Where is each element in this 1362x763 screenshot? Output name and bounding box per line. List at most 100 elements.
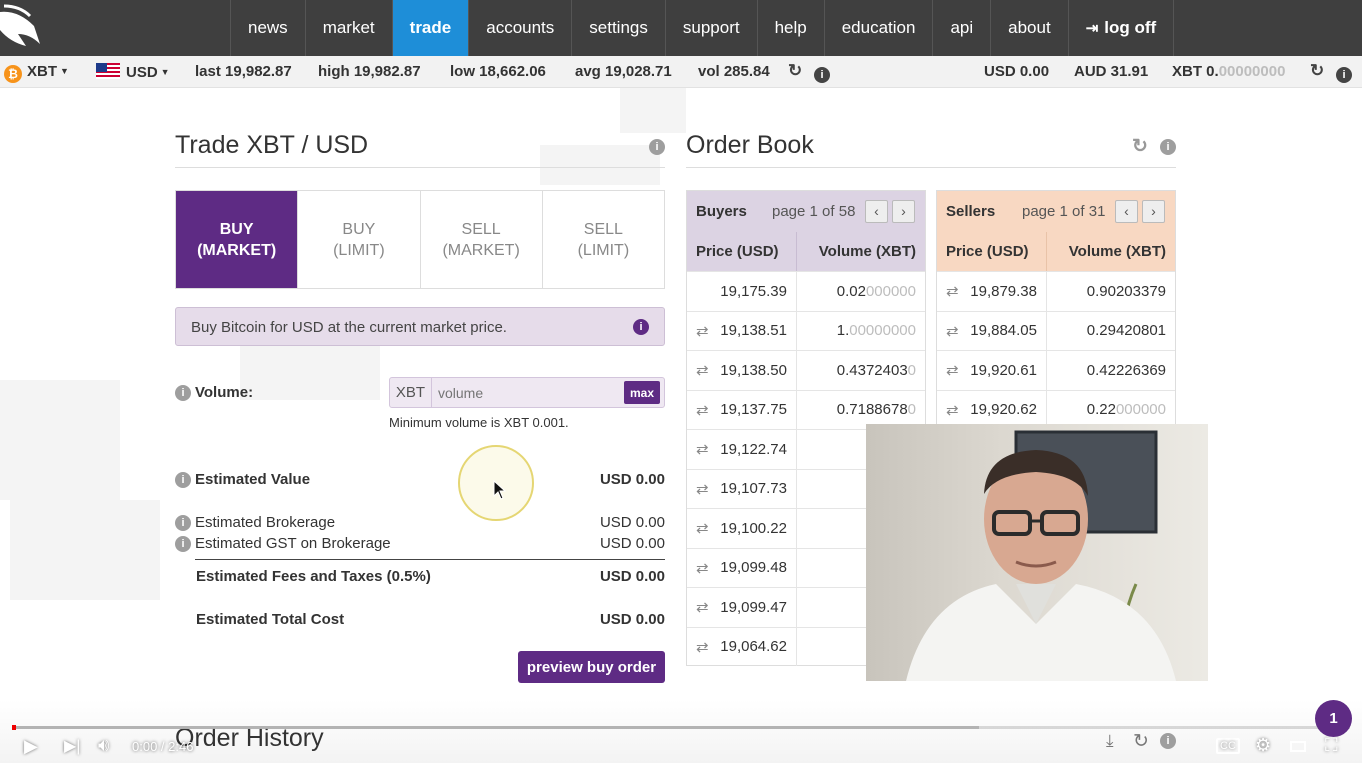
swap-icon[interactable]: ⇄ — [696, 322, 709, 340]
balance-refresh-icon[interactable]: ↻ — [1310, 61, 1324, 81]
nav-about[interactable]: about — [991, 0, 1069, 56]
swap-icon[interactable]: ⇄ — [696, 480, 709, 498]
history-refresh-icon[interactable]: ↻ — [1133, 730, 1149, 753]
message-info-icon[interactable]: i — [633, 319, 649, 335]
nav-education[interactable]: education — [825, 0, 934, 56]
table-row[interactable]: ⇄ 19,884.05 0.29420801 — [937, 310, 1175, 351]
message-text: Buy Bitcoin for USD at the current marke… — [191, 319, 507, 336]
swap-icon[interactable]: ⇄ — [696, 598, 709, 616]
est-value-label: Estimated Value — [195, 471, 311, 488]
orderbook-title: Order Book — [686, 131, 814, 159]
refresh-icon[interactable]: ↻ — [788, 61, 802, 81]
notification-badge[interactable]: 1 — [1315, 700, 1352, 737]
video-progress-bar[interactable] — [12, 725, 1350, 730]
est-value-info-icon[interactable]: i — [175, 472, 191, 488]
orderbook-info-icon[interactable]: i — [1160, 139, 1176, 155]
swap-icon[interactable]: ⇄ — [946, 282, 959, 300]
logo-icon[interactable] — [0, 4, 44, 54]
sellers-prev-button[interactable]: ‹ — [1115, 200, 1138, 223]
buyers-next-button[interactable]: › — [892, 200, 915, 223]
nav-api[interactable]: api — [933, 0, 992, 56]
coin-label: XBT — [27, 63, 57, 80]
buyers-page: page 1 of 58 — [772, 203, 856, 220]
volume-info-icon[interactable]: i — [175, 385, 191, 401]
tab-sell-limit[interactable]: SELL (LIMIT) — [543, 191, 664, 288]
volume-trailing-zeros: 0 — [907, 401, 916, 419]
orderbook-refresh-icon[interactable]: ↻ — [1132, 135, 1148, 158]
est-gst-info-icon[interactable]: i — [175, 536, 191, 552]
balance-xbt-main: XBT 0. — [1172, 63, 1219, 80]
coin-selector[interactable]: ₿ XBT ▼ — [4, 63, 69, 83]
nav-support[interactable]: support — [666, 0, 758, 56]
table-row[interactable]: ⇄ 19,879.38 0.90203379 — [937, 271, 1175, 311]
price-value: 19,122.74 — [720, 440, 787, 458]
volume-cell: 0.29420801 — [1047, 312, 1175, 351]
tab-sell-market[interactable]: SELL (MARKET) — [421, 191, 543, 288]
swap-icon[interactable]: ⇄ — [696, 519, 709, 537]
price-cell: ⇄ 19,107.73 — [687, 469, 797, 508]
history-info-icon[interactable]: i — [1160, 733, 1176, 749]
nav-accounts[interactable]: accounts — [469, 0, 573, 56]
table-row[interactable]: ⇄ 19,138.50 0.4372403 0 — [687, 350, 925, 390]
price-cell: ⇄ 19,137.75 — [687, 390, 797, 429]
sellers-rows: ⇄ 19,879.38 0.90203379 ⇄ 19,884.05 0.29420801… — [937, 271, 1175, 429]
trade-info-icon[interactable]: i — [649, 139, 665, 155]
balance-info-icon[interactable]: i — [1336, 63, 1352, 83]
nav-market[interactable]: market — [306, 0, 393, 56]
table-row[interactable]: ⇄ 19,920.61 0.42226369 — [937, 350, 1175, 390]
volume-cell: 0.02 000000 — [797, 272, 925, 311]
nav-log-off[interactable]: ⇥ log off — [1069, 0, 1175, 56]
volume-value: 0.42226369 — [1086, 361, 1166, 379]
col-price: Price (USD) — [687, 232, 797, 271]
bitcoin-icon: ₿ — [4, 65, 22, 83]
est-brokerage-info-icon[interactable]: i — [175, 515, 191, 531]
swap-icon[interactable]: ⇄ — [946, 401, 959, 419]
nav-trade[interactable]: trade — [392, 0, 470, 56]
swap-icon[interactable]: ⇄ — [696, 559, 709, 577]
volume-trailing-zeros: 0 — [907, 361, 916, 379]
swap-icon[interactable]: ⇄ — [696, 401, 709, 419]
balance-xbt-dim: 00000000 — [1218, 63, 1286, 80]
ticker-info-icon[interactable]: i — [814, 63, 830, 83]
est-value: USD 0.00 — [599, 471, 665, 488]
table-row[interactable]: 19,175.39 0.02 000000 — [687, 271, 925, 311]
tab-line1: BUY — [219, 220, 254, 238]
swap-icon[interactable]: ⇄ — [696, 361, 709, 379]
next-icon[interactable]: ▶| — [64, 736, 80, 756]
currency-selector[interactable]: USD ▼ — [96, 63, 170, 81]
price-cell: ⇄ 19,100.22 — [687, 509, 797, 548]
video-played — [12, 725, 16, 730]
volume-label: Volume: — [195, 384, 254, 401]
swap-icon[interactable]: ⇄ — [946, 361, 959, 379]
nav-help[interactable]: help — [758, 0, 825, 56]
table-row[interactable]: ⇄ 19,138.51 1. 00000000 — [687, 310, 925, 350]
tab-buy-limit[interactable]: BUY (LIMIT) — [298, 191, 421, 288]
settings-gear-icon[interactable]: ⚙ — [1255, 735, 1271, 756]
order-type-message: Buy Bitcoin for USD at the current marke… — [175, 307, 665, 346]
volume-input[interactable] — [432, 378, 624, 407]
max-button[interactable]: max — [624, 381, 660, 404]
price-value: 19,099.47 — [720, 598, 787, 616]
sellers-columns: Price (USD) Volume (XBT) — [937, 232, 1175, 271]
captions-icon[interactable]: CC — [1216, 738, 1240, 754]
volume-icon[interactable]: 🔊︎ — [98, 735, 109, 756]
swap-icon[interactable]: ⇄ — [696, 440, 709, 458]
buyers-prev-button[interactable]: ‹ — [865, 200, 888, 223]
theater-mode-icon[interactable] — [1290, 741, 1306, 752]
play-icon[interactable]: ▶ — [24, 736, 38, 757]
swap-icon[interactable]: ⇄ — [946, 322, 959, 340]
fullscreen-icon[interactable]: ⛶ — [1325, 735, 1338, 756]
download-icon[interactable]: ⤓ — [1106, 731, 1114, 751]
tab-buy-market[interactable]: BUY (MARKET) — [176, 191, 299, 288]
currency-label: USD — [126, 64, 158, 81]
ticker-last: last 19,982.87 — [195, 63, 292, 80]
swap-icon[interactable]: ⇄ — [696, 638, 709, 656]
nav-settings[interactable]: settings — [572, 0, 666, 56]
tab-line2: (LIMIT) — [577, 241, 630, 259]
sellers-next-button[interactable]: › — [1142, 200, 1165, 223]
nav-news[interactable]: news — [230, 0, 306, 56]
sellers-table: Sellers page 1 of 31 ‹ › Price (USD) Vol… — [936, 190, 1176, 430]
preview-buy-order-button[interactable]: preview buy order — [518, 651, 665, 683]
price-value: 19,100.22 — [720, 519, 787, 537]
est-gst-label: Estimated GST on Brokerage — [195, 535, 391, 552]
